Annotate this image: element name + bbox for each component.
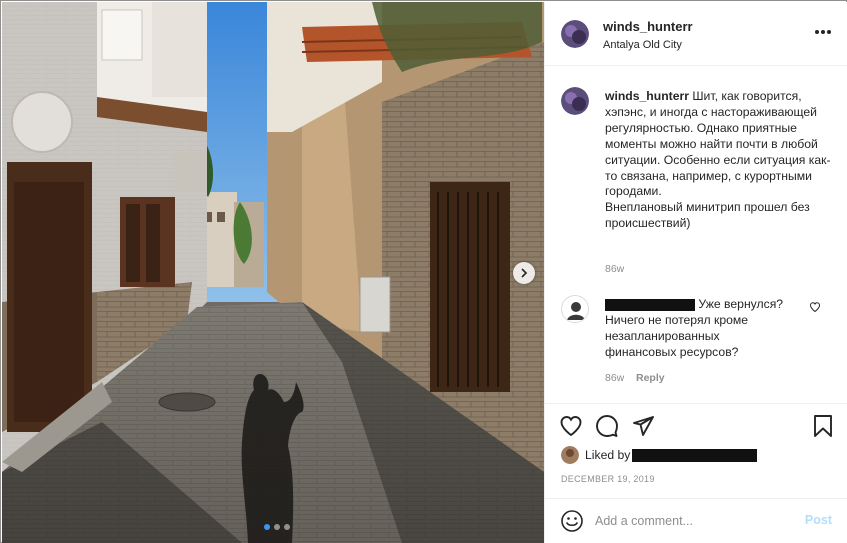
carousel-dot <box>274 524 280 530</box>
add-comment-input[interactable] <box>595 511 795 531</box>
caption-text: winds_hunterr Шит, как говорится, хэпэнс… <box>605 89 833 232</box>
post-comment-button[interactable]: Post <box>805 513 832 527</box>
header-location[interactable]: Antalya Old City <box>603 39 682 51</box>
comment-body-head: Уже вернулся? <box>698 297 784 311</box>
avatar[interactable] <box>561 20 589 48</box>
avatar-image <box>561 446 579 464</box>
like-heart-icon[interactable] <box>559 414 583 438</box>
avatar[interactable] <box>561 295 589 323</box>
caption-body: Шит, как говорится, хэпэнс, и иногда с н… <box>605 89 831 231</box>
avatar[interactable] <box>561 87 589 115</box>
post-actions: Liked by DECEMBER 19, 2019 <box>545 403 847 503</box>
caption-time[interactable]: 86w <box>605 263 624 275</box>
comment-bubble-icon[interactable] <box>595 414 619 438</box>
reply-button[interactable]: Reply <box>636 372 665 384</box>
redacted-username <box>605 298 695 311</box>
liked-by-line: Liked by <box>561 446 758 464</box>
post-details-panel: winds_hunterr Antalya Old City winds_hun… <box>544 2 847 543</box>
share-paper-plane-icon[interactable] <box>631 414 655 438</box>
carousel-dot <box>284 524 290 530</box>
redacted-liker-names[interactable] <box>632 448 758 462</box>
liker-avatar[interactable] <box>561 446 579 464</box>
carousel-dot <box>264 524 270 530</box>
comments-section: winds_hunterr Шит, как говорится, хэпэнс… <box>545 67 847 403</box>
header-username[interactable]: winds_hunterr <box>603 19 693 34</box>
avatar-image <box>561 87 589 115</box>
comment-body-tail: Ничего не потерял кроме незапланированны… <box>605 312 752 359</box>
emoji-smile-icon[interactable] <box>560 509 584 533</box>
chevron-right-icon <box>521 268 528 278</box>
add-comment-bar: Post <box>545 498 847 543</box>
post-date[interactable]: DECEMBER 19, 2019 <box>561 474 655 484</box>
like-comment-icon[interactable] <box>809 301 821 313</box>
next-photo-button[interactable] <box>513 262 535 284</box>
caption-username[interactable]: winds_hunterr <box>605 89 689 103</box>
avatar-image <box>561 20 589 48</box>
avatar-image <box>563 297 588 322</box>
post-photo[interactable] <box>2 2 544 543</box>
liked-by-label: Liked by <box>585 448 631 462</box>
comment-time[interactable]: 86w <box>605 372 624 384</box>
post-window: winds_hunterr Antalya Old City winds_hun… <box>0 0 847 543</box>
save-bookmark-icon[interactable] <box>811 414 835 438</box>
post-header: winds_hunterr Antalya Old City <box>545 2 847 66</box>
more-options-icon[interactable] <box>815 30 831 36</box>
street-photo-image <box>2 2 544 543</box>
comment-text: Уже вернулся? Ничего не потерял кроме не… <box>605 297 785 361</box>
carousel-indicator <box>264 524 290 530</box>
